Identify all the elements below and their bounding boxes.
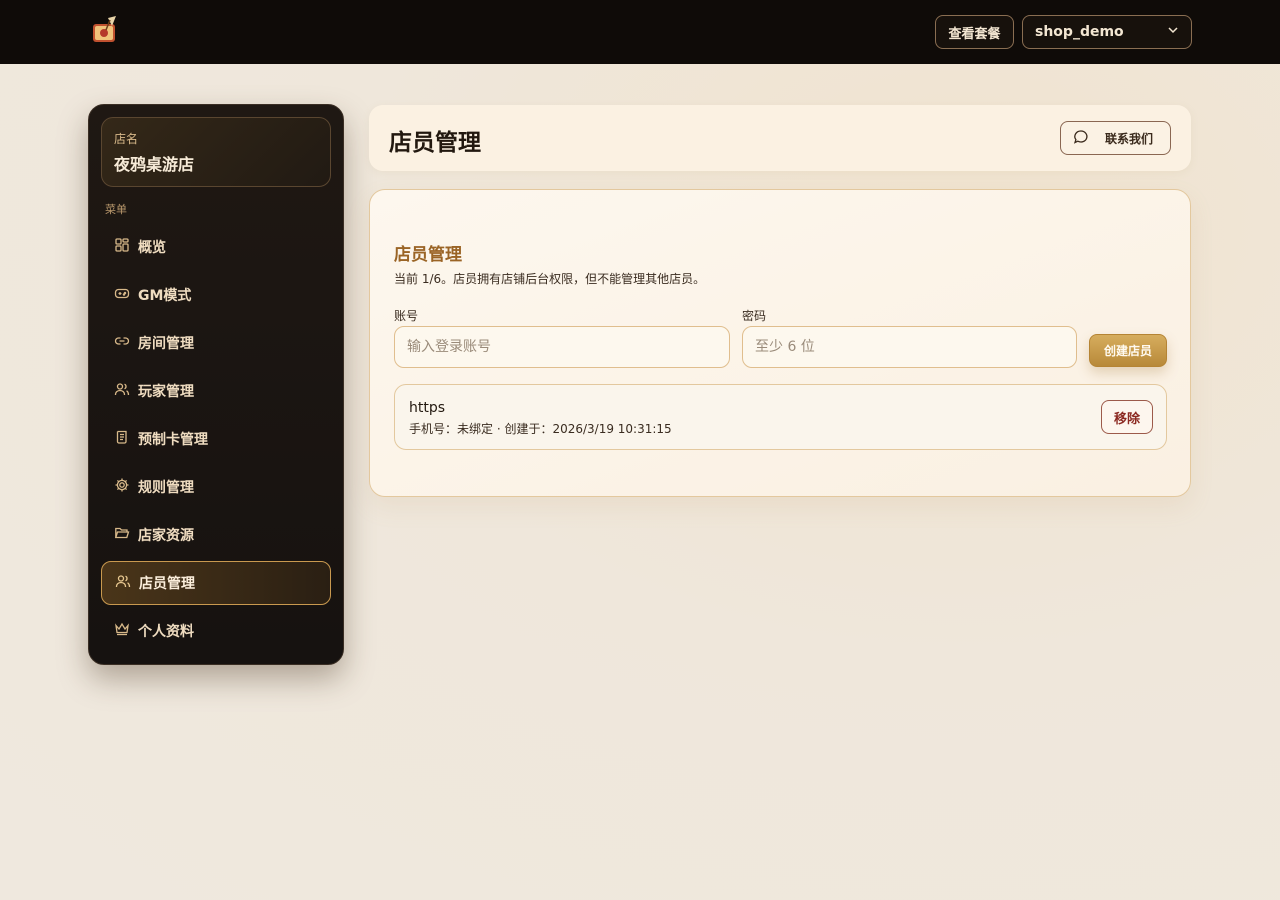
shop-select[interactable]: shop_demo [1022,15,1192,49]
sidebar-item-players[interactable]: 玩家管理 [101,369,331,413]
chat-bubble-icon [1073,129,1105,148]
book-quill-icon[interactable] [90,14,120,46]
password-input[interactable] [742,326,1077,368]
section-description: 当前 1/6。店员拥有店铺后台权限，但不能管理其他店员。 [394,272,706,286]
list-item: https 手机号：未绑定 · 创建于：2026/3/19 10:31:15 移… [394,384,1167,450]
sidebar-item-label: 玩家管理 [138,384,194,400]
top-navigation-bar: 查看套餐 shop_demo [0,0,1280,64]
sidebar-item-label: 店员管理 [139,576,195,592]
grid-icon [114,237,138,257]
sidebar-item-label: GM模式 [138,288,192,304]
sidebar-item-resources[interactable]: 店家资源 [101,513,331,557]
sidebar-item-rules[interactable]: 规则管理 [101,465,331,509]
sidebar-item-label: 店家资源 [138,528,194,544]
store-name: 夜鸦桌游店 [114,155,195,174]
sidebar-item-gm-mode[interactable]: GM模式 [101,273,331,317]
sidebar-item-rooms[interactable]: 房间管理 [101,321,331,365]
users-icon [114,381,138,401]
store-label: 店名 [114,132,139,146]
menu-title: 菜单 [105,203,127,216]
contact-us-label: 联系我们 [1105,131,1154,146]
section-title: 店员管理 [394,245,462,265]
sidebar-item-label: 房间管理 [138,336,194,352]
crown-icon [114,621,138,641]
sidebar-item-preset-cards[interactable]: 预制卡管理 [101,417,331,461]
sidebar: 店名 夜鸦桌游店 菜单 概览 GM模式 房间管理 玩家管理 预制卡管理 规则管理… [88,104,344,665]
password-label: 密码 [742,309,767,323]
staff-meta: 手机号：未绑定 · 创建于：2026/3/19 10:31:15 [409,422,672,436]
gamepad-icon [114,285,138,305]
account-input[interactable] [394,326,730,368]
chevron-down-icon [1167,24,1179,40]
view-plans-button[interactable]: 查看套餐 [935,15,1014,49]
gear-icon [114,477,138,497]
shop-select-value: shop_demo [1035,24,1124,40]
sidebar-item-label: 规则管理 [138,480,194,496]
page-title: 店员管理 [389,130,481,156]
sidebar-item-label: 概览 [138,240,166,256]
store-card: 店名 夜鸦桌游店 [101,117,331,187]
create-staff-button[interactable]: 创建店员 [1089,334,1167,367]
staff-name: https [409,400,446,416]
sidebar-item-label: 预制卡管理 [138,432,208,448]
staff-management-card: 店员管理 当前 1/6。店员拥有店铺后台权限，但不能管理其他店员。 账号 密码 … [369,189,1191,497]
sidebar-item-overview[interactable]: 概览 [101,225,331,269]
link-icon [114,333,138,353]
page-header: 店员管理 联系我们 [369,105,1191,171]
scroll-icon [114,429,138,449]
sidebar-item-profile[interactable]: 个人资料 [101,609,331,653]
folder-icon [114,525,138,545]
sidebar-item-label: 个人资料 [138,624,194,640]
users-icon [115,573,139,593]
remove-staff-button[interactable]: 移除 [1101,400,1153,434]
contact-us-button[interactable]: 联系我们 [1060,121,1171,155]
sidebar-item-staff[interactable]: 店员管理 [101,561,331,605]
account-label: 账号 [394,309,419,323]
